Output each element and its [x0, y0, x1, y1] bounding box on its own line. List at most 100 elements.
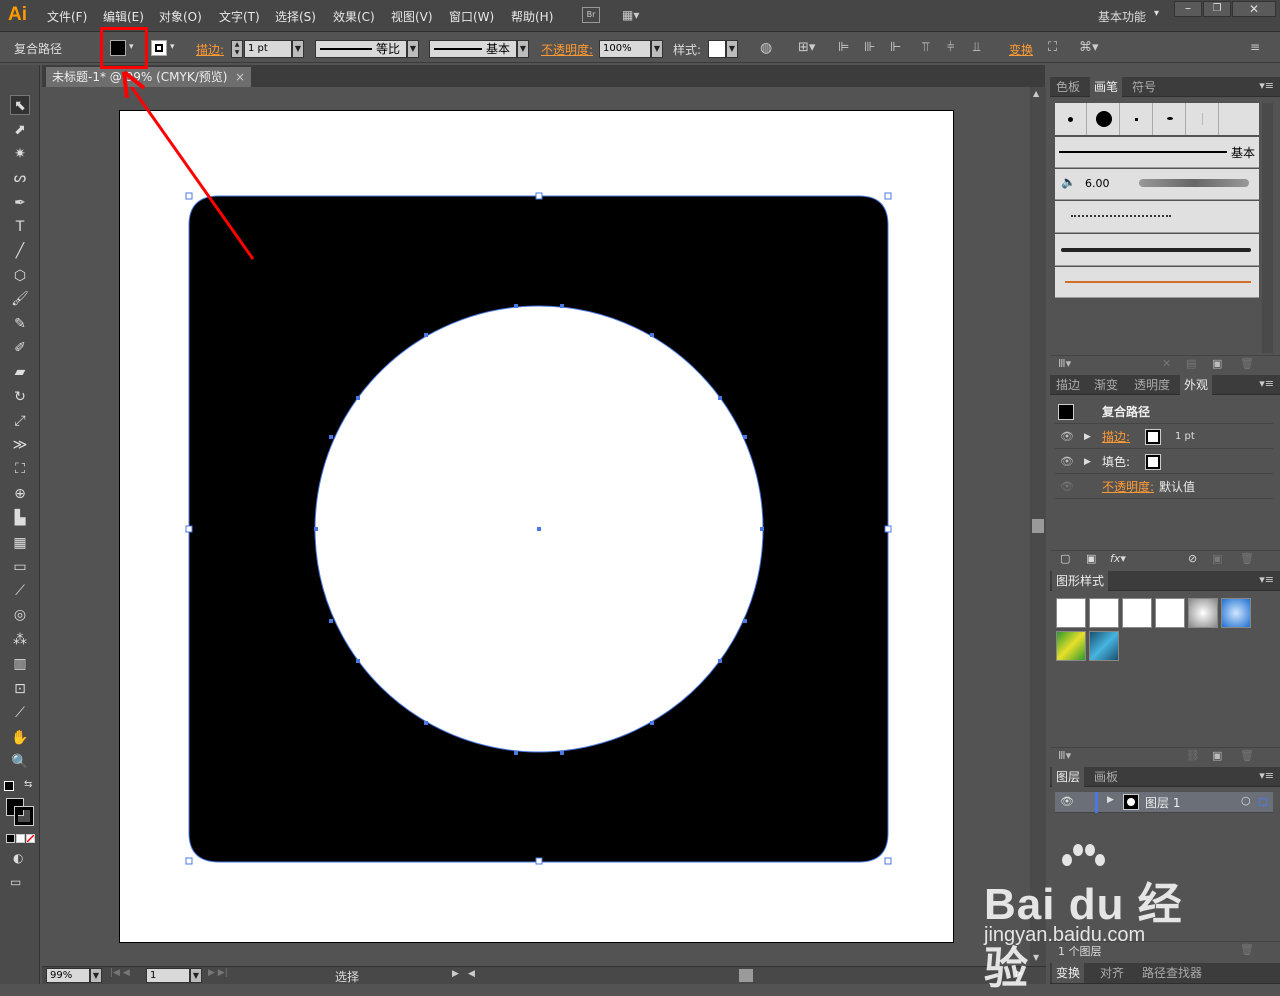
symbol-sprayer-tool-icon[interactable]: ⁂ [10, 630, 30, 650]
add-stroke-icon[interactable]: ▢ [1060, 552, 1070, 565]
brush-tip-calligraphic[interactable] [1154, 103, 1186, 135]
graphic-style-blue-gradient[interactable] [1221, 598, 1251, 628]
swap-colors-icon[interactable]: ⇆ [24, 779, 32, 790]
brush-charcoal[interactable]: 🔈 6.00 [1055, 169, 1259, 200]
align-center-icon[interactable]: ⊪ [864, 40, 875, 55]
visibility-eye-icon[interactable]: 👁 [1060, 425, 1074, 449]
stroke-color-box[interactable] [14, 806, 34, 826]
brush-definition[interactable]: 基本 [429, 40, 517, 58]
break-link-icon[interactable]: ⛓ [1186, 749, 1200, 762]
align-middle-icon[interactable]: ⫩ [947, 40, 954, 55]
stroke-weight-dropdown[interactable]: ▼ [292, 40, 304, 58]
shape-builder-tool-icon[interactable]: ⊕ [10, 484, 30, 504]
appearance-fill-row[interactable]: 👁 ▶ 填色: [1055, 450, 1273, 474]
zoom-dropdown[interactable]: ▼ [90, 968, 102, 983]
slice-tool-icon[interactable]: ⟋ [10, 703, 30, 723]
selection-tool-icon[interactable]: ⬉ [10, 95, 30, 115]
lasso-tool-icon[interactable]: ᔕ [10, 168, 30, 188]
eraser-tool-icon[interactable]: ▰ [10, 362, 30, 382]
paintbrush-tool-icon[interactable]: 🖌 [10, 289, 30, 309]
duplicate-item-icon[interactable]: ▣ [1212, 552, 1222, 565]
stroke-link[interactable]: 描边: [196, 41, 224, 58]
line-tool-icon[interactable]: ╱ [10, 241, 30, 261]
menu-edit[interactable]: 编辑(E) [103, 8, 144, 25]
menu-help[interactable]: 帮助(H) [511, 8, 553, 25]
hand-tool-icon[interactable]: ✋ [10, 728, 30, 748]
none-mode-icon[interactable] [26, 834, 35, 843]
brush-tip-small[interactable] [1055, 103, 1087, 135]
brush-library-icon[interactable]: Ⅲ▾ [1058, 357, 1071, 370]
stroke-dropdown-arrow-icon[interactable]: ▾ [170, 42, 175, 52]
expand-triangle-icon[interactable]: ▶ [1084, 425, 1091, 449]
appearance-fill-swatch[interactable] [1145, 454, 1161, 470]
tab-appearance[interactable]: 外观 [1180, 375, 1213, 395]
visibility-eye-icon[interactable]: 👁 [1060, 475, 1074, 499]
canvas-area[interactable] [42, 87, 1030, 966]
workspace-switcher[interactable]: 基本功能 [1098, 8, 1146, 25]
menu-effect[interactable]: 效果(C) [333, 8, 375, 25]
zoom-level-input[interactable]: 99% [46, 968, 90, 983]
color-mode-icon[interactable] [6, 834, 15, 843]
draw-mode-icon[interactable]: ◐ [13, 851, 23, 865]
artboard-number-input[interactable]: 1 [146, 968, 190, 983]
graphic-style-library-icon[interactable]: Ⅲ▾ [1058, 749, 1071, 762]
minimize-button[interactable]: – [1174, 1, 1202, 17]
remove-brush-stroke-icon[interactable]: ✕ [1162, 357, 1171, 370]
tab-gradient[interactable]: 渐变 [1090, 375, 1122, 395]
isolate-object-icon[interactable]: ⛶ [1048, 40, 1057, 55]
brush-dropdown[interactable]: ▼ [517, 40, 529, 58]
brush-tip-tiny[interactable] [1121, 103, 1153, 135]
graphic-style-blue-pattern[interactable] [1089, 631, 1119, 661]
brush-rough[interactable] [1055, 234, 1259, 266]
appearance-stroke-swatch[interactable] [1145, 429, 1161, 445]
recolor-artwork-icon[interactable]: ◍ [760, 40, 772, 56]
eyedropper-tool-icon[interactable]: ⟋ [10, 581, 30, 601]
appearance-opacity-label[interactable]: 不透明度: [1102, 475, 1154, 499]
transform-link[interactable]: 变换 [1009, 41, 1033, 58]
vertical-scroll-thumb[interactable] [1032, 519, 1044, 533]
scale-tool-icon[interactable]: ⤢ [10, 411, 30, 431]
visibility-eye-icon[interactable]: 👁 [1060, 450, 1074, 474]
stroke-swatch[interactable] [151, 40, 167, 56]
polygon-tool-icon[interactable]: ⬡ [10, 266, 30, 286]
rotate-tool-icon[interactable]: ↻ [10, 387, 30, 407]
tab-symbols[interactable]: 符号 [1128, 77, 1160, 97]
type-tool-icon[interactable]: T [10, 217, 30, 237]
magic-wand-tool-icon[interactable]: ✷ [10, 144, 30, 164]
add-effect-icon[interactable]: fx▾ [1110, 552, 1126, 565]
status-menu-arrow-icon[interactable]: ▶ [452, 969, 459, 979]
horizontal-scroll-thumb[interactable] [739, 969, 753, 982]
graphic-styles-menu-icon[interactable]: ▾≡ [1259, 573, 1274, 586]
tab-stroke[interactable]: 描边 [1052, 375, 1084, 395]
gradient-tool-icon[interactable]: ▭ [10, 557, 30, 577]
layers-panel-menu-icon[interactable]: ▾≡ [1259, 769, 1274, 782]
brush-tip-faint[interactable] [1187, 103, 1219, 135]
graphic-style-swatch[interactable] [708, 40, 726, 58]
menu-file[interactable]: 文件(F) [47, 8, 87, 25]
graphic-style-double[interactable] [1155, 598, 1185, 628]
control-panel-menu-icon[interactable]: ≡ [1250, 40, 1260, 54]
brushes-panel-menu-icon[interactable]: ▾≡ [1259, 79, 1274, 92]
close-window-button[interactable]: ✕ [1232, 1, 1276, 17]
pen-tool-icon[interactable]: ✒ [10, 193, 30, 213]
brushes-scrollbar[interactable] [1262, 103, 1273, 353]
delete-graphic-style-icon[interactable]: 🗑 [1240, 749, 1254, 762]
blob-brush-tool-icon[interactable]: ✐ [10, 338, 30, 358]
graphic-style-default[interactable] [1056, 598, 1086, 628]
align-top-icon[interactable]: ⫪ [922, 40, 929, 55]
tab-brushes[interactable]: 画笔 [1090, 77, 1123, 97]
free-transform-tool-icon[interactable]: ⛶ [10, 459, 30, 479]
menu-type[interactable]: 文字(T) [219, 8, 260, 25]
align-right-icon[interactable]: ⊩ [890, 40, 901, 55]
width-tool-icon[interactable]: ≫ [10, 435, 30, 455]
layer-visibility-eye-icon[interactable]: 👁 [1060, 795, 1074, 808]
transform-options-icon[interactable]: ⌘▾ [1079, 40, 1099, 55]
brush-tip-large[interactable] [1088, 103, 1120, 135]
brush-dashed[interactable] [1055, 201, 1259, 233]
delete-brush-icon[interactable]: 🗑 [1240, 357, 1254, 370]
layer-name[interactable]: 图层 1 [1145, 794, 1180, 811]
blend-tool-icon[interactable]: ◎ [10, 605, 30, 625]
opacity-input[interactable]: 100% [599, 40, 651, 58]
scroll-up-icon[interactable]: ▲ [1033, 89, 1039, 98]
profile-dropdown[interactable]: ▼ [407, 40, 419, 58]
